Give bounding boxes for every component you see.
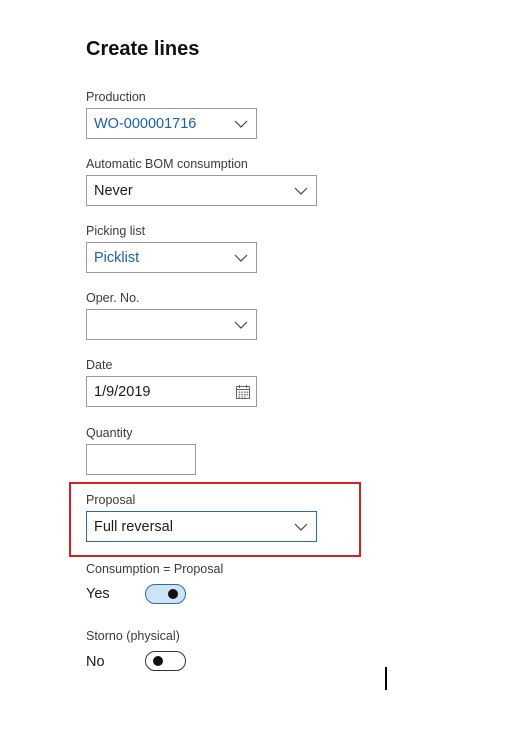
chevron-down-icon (234, 120, 248, 128)
date-label: Date (86, 358, 113, 372)
proposal-label: Proposal (86, 493, 136, 507)
oper-no-dropdown[interactable] (86, 309, 257, 340)
chevron-down-icon (294, 187, 308, 195)
proposal-value: Full reversal (94, 519, 173, 535)
chevron-down-icon (234, 254, 248, 262)
production-dropdown[interactable]: WO-000001716 (86, 108, 257, 139)
text-cursor (385, 667, 387, 690)
date-field[interactable]: 1/9/2019 (86, 376, 257, 407)
consumption-proposal-label: Consumption = Proposal (86, 562, 224, 576)
storno-physical-label: Storno (physical) (86, 629, 180, 643)
bom-consumption-label: Automatic BOM consumption (86, 157, 248, 171)
storno-physical-state: No (86, 654, 105, 670)
page-title: Create lines (86, 38, 200, 60)
consumption-proposal-toggle[interactable] (145, 584, 186, 604)
quantity-label: Quantity (86, 426, 133, 440)
picking-list-value: Picklist (94, 250, 140, 266)
consumption-proposal-state: Yes (86, 586, 110, 602)
picking-list-dropdown[interactable]: Picklist (86, 242, 257, 273)
chevron-down-icon (234, 321, 248, 329)
quantity-input[interactable] (86, 444, 196, 475)
production-label: Production (86, 90, 146, 104)
toggle-knob (153, 656, 163, 666)
date-value: 1/9/2019 (94, 384, 151, 400)
proposal-dropdown[interactable]: Full reversal (86, 511, 317, 542)
bom-consumption-value: Never (94, 183, 133, 199)
storno-physical-toggle[interactable] (145, 651, 186, 671)
oper-no-label: Oper. No. (86, 291, 140, 305)
toggle-knob (168, 589, 178, 599)
chevron-down-icon (294, 523, 308, 531)
bom-consumption-dropdown[interactable]: Never (86, 175, 317, 206)
calendar-icon[interactable] (235, 384, 251, 400)
picking-list-label: Picking list (86, 224, 146, 238)
production-value: WO-000001716 (94, 116, 197, 132)
